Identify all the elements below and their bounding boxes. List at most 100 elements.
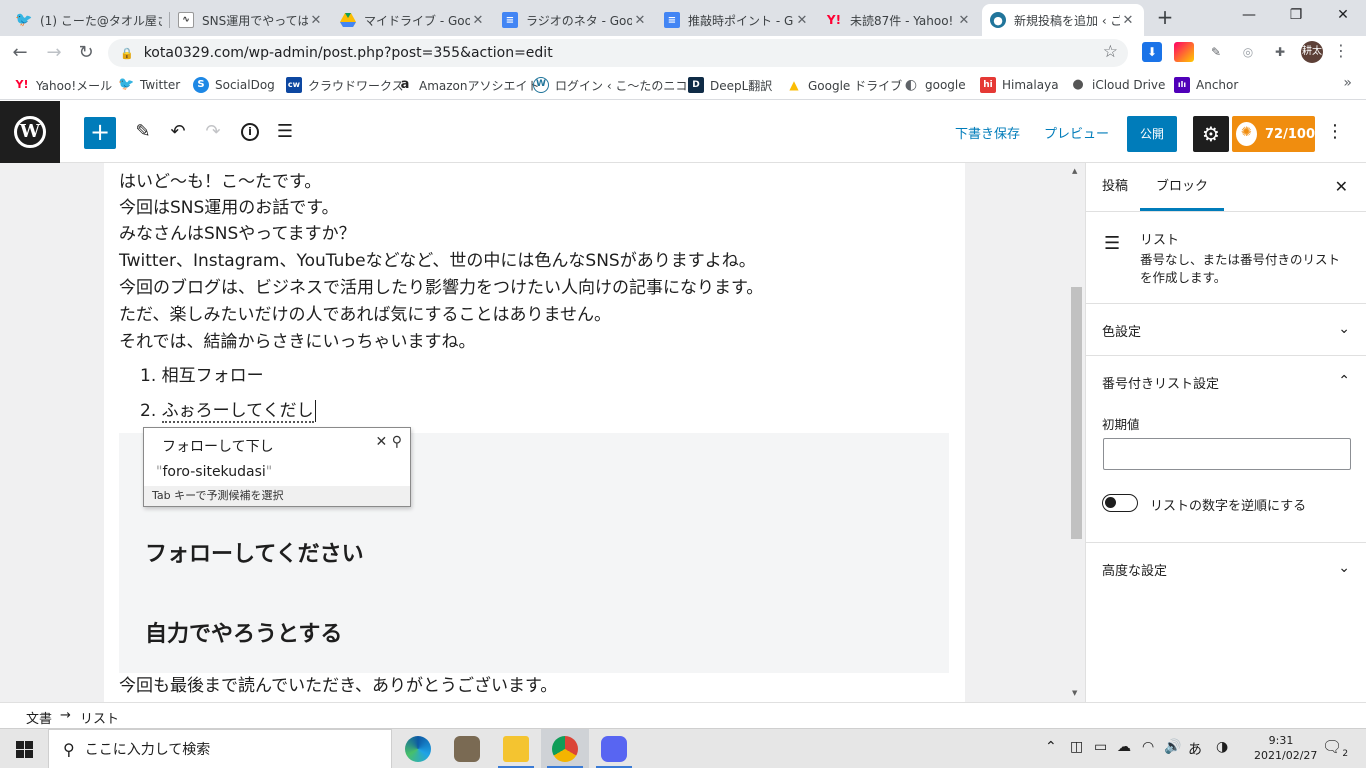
taskbar-search[interactable]: ⚲ ここに入力して検索 bbox=[48, 729, 392, 768]
back-button[interactable]: ← bbox=[8, 41, 32, 65]
info-button[interactable]: i bbox=[238, 120, 262, 144]
color-extension-icon[interactable] bbox=[1174, 42, 1194, 62]
profile-avatar[interactable]: 耕太 bbox=[1301, 41, 1323, 63]
volume-icon[interactable]: 🔊 bbox=[1164, 739, 1181, 755]
bookmark-socialdog[interactable]: S SocialDog bbox=[193, 76, 275, 94]
ime-candidate[interactable]: フォローして下し bbox=[162, 436, 274, 456]
heading-block[interactable]: 自力でやろうとする bbox=[145, 616, 342, 648]
start-value-input[interactable] bbox=[1103, 438, 1351, 470]
address-bar[interactable]: 🔒 kota0329.com/wp-admin/post.php?post=35… bbox=[108, 39, 1128, 67]
paragraph-block[interactable]: それでは、結論からさきにいっちゃいますね。 bbox=[119, 329, 476, 355]
bookmark-yahoo-mail[interactable]: Y! Yahoo!メール bbox=[14, 76, 113, 94]
browser-tab[interactable]: ≡ ラジオのネタ - Goog ✕ bbox=[494, 4, 656, 36]
browser-tab[interactable]: マイドライブ - Google ✕ bbox=[332, 4, 494, 36]
download-extension-icon[interactable]: ⬇ bbox=[1142, 42, 1162, 62]
notification-center-icon[interactable]: 🗨2 bbox=[1322, 737, 1348, 759]
numbered-list-settings-toggle[interactable]: 番号付きリスト設定 bbox=[1102, 373, 1219, 392]
browser-tab[interactable]: 🐦 (1) こーた@タオル屋さ bbox=[8, 4, 170, 36]
meet-now-icon[interactable]: ◫ bbox=[1070, 739, 1083, 755]
search-icon[interactable]: ⚲ bbox=[392, 434, 402, 450]
close-icon[interactable]: ✕ bbox=[1335, 177, 1348, 196]
ime-mode-indicator[interactable]: あ bbox=[1188, 739, 1202, 759]
minimize-button[interactable]: — bbox=[1226, 0, 1272, 32]
close-icon[interactable]: ✕ bbox=[794, 13, 810, 28]
paragraph-block[interactable]: Twitter、Instagram、YouTubeなどなど、世の中には色んなSN… bbox=[119, 248, 756, 274]
wordpress-logo-button[interactable]: W bbox=[0, 101, 60, 163]
camera-extension-icon[interactable]: ◎ bbox=[1238, 42, 1258, 62]
bookmark-wp-login[interactable]: W ログイン ‹ こ〜たのニコ... bbox=[533, 76, 699, 94]
browser-tab-active[interactable]: ● 新規投稿を追加 ‹ ご ✕ bbox=[982, 4, 1144, 36]
reload-button[interactable]: ↻ bbox=[74, 41, 98, 65]
close-icon[interactable]: ✕ bbox=[308, 13, 324, 28]
seo-score-button[interactable]: ✺ 72/100 bbox=[1232, 116, 1315, 152]
forward-button[interactable]: → bbox=[42, 41, 66, 65]
bookmark-himalaya[interactable]: hi Himalaya bbox=[980, 76, 1059, 94]
bookmark-anchor[interactable]: ılı Anchor bbox=[1174, 76, 1238, 94]
scroll-down-icon[interactable]: ▼ bbox=[1072, 689, 1077, 697]
chrome-taskbar-button[interactable] bbox=[541, 729, 589, 768]
reverse-order-toggle[interactable] bbox=[1102, 494, 1138, 512]
chevron-up-icon[interactable]: ⌃ bbox=[1338, 373, 1350, 389]
more-bookmarks-icon[interactable]: » bbox=[1343, 75, 1352, 91]
discord-taskbar-button[interactable] bbox=[590, 729, 638, 768]
windows-start-button[interactable] bbox=[0, 729, 48, 768]
gimp-taskbar-button[interactable] bbox=[443, 729, 491, 768]
paragraph-block[interactable]: はいど〜も！こ〜たです。 bbox=[119, 169, 321, 195]
wifi-icon[interactable]: ◠ bbox=[1142, 739, 1154, 755]
night-light-icon[interactable]: ◑ bbox=[1216, 739, 1228, 755]
window-close-button[interactable]: ✕ bbox=[1320, 0, 1366, 32]
paragraph-block[interactable]: ただ、楽しみたいだけの人であれば気にすることはありません。 bbox=[119, 302, 611, 328]
publish-button[interactable]: 公開 bbox=[1127, 116, 1177, 152]
list-item-editing[interactable]: 2. ふぉろーしてくだし bbox=[140, 398, 316, 424]
chrome-menu-icon[interactable]: ⋮ bbox=[1333, 41, 1349, 60]
undo-icon[interactable]: ↶ bbox=[166, 120, 190, 144]
scroll-up-icon[interactable]: ▲ bbox=[1072, 167, 1077, 175]
settings-gear-button[interactable]: ⚙ bbox=[1193, 116, 1229, 152]
color-settings-toggle[interactable]: 色設定 bbox=[1102, 321, 1141, 340]
list-item[interactable]: 1. 相互フォロー bbox=[140, 363, 264, 389]
explorer-taskbar-button[interactable] bbox=[492, 729, 540, 768]
restore-button[interactable]: ❐ bbox=[1273, 0, 1319, 32]
edge-taskbar-button[interactable] bbox=[394, 729, 442, 768]
paragraph-block[interactable]: みなさんはSNSやってますか？ bbox=[119, 221, 356, 247]
bookmark-amazon[interactable]: a Amazonアソシエイト bbox=[397, 76, 540, 94]
editor-scrollbar[interactable]: ▲ ▼ bbox=[1068, 163, 1085, 702]
breadcrumb-list[interactable]: リスト bbox=[80, 708, 119, 727]
chevron-down-icon[interactable]: ⌄ bbox=[1338, 560, 1350, 576]
browser-tab[interactable]: ≡ 推敲時ポイント - Go ✕ bbox=[656, 4, 818, 36]
onedrive-icon[interactable]: ☁ bbox=[1117, 739, 1131, 755]
heading-block[interactable]: フォローしてください bbox=[145, 536, 364, 568]
save-draft-button[interactable]: 下書き保存 bbox=[955, 123, 1020, 142]
paragraph-block[interactable]: 今回のブログは、ビジネスで活用したり影響力をつけたい人向けの記事になります。 bbox=[119, 275, 763, 301]
redo-icon[interactable]: ↷ bbox=[201, 120, 225, 144]
close-icon[interactable]: ✕ bbox=[376, 434, 388, 450]
paragraph-block[interactable]: 今回はSNS運用のお話です。 bbox=[119, 195, 339, 221]
scrollbar-thumb[interactable] bbox=[1071, 287, 1082, 539]
advanced-settings-toggle[interactable]: 高度な設定 bbox=[1102, 560, 1167, 579]
tab-post[interactable]: 投稿 bbox=[1086, 163, 1144, 211]
close-icon[interactable]: ✕ bbox=[632, 13, 648, 28]
bookmark-google-drive[interactable]: ▲ Google ドライブ bbox=[786, 76, 902, 94]
bookmark-star-icon[interactable]: ☆ bbox=[1103, 42, 1118, 62]
bookmark-deepl[interactable]: D DeepL翻訳 bbox=[688, 76, 772, 94]
bookmark-twitter[interactable]: 🐦 Twitter bbox=[118, 76, 180, 94]
paragraph-block[interactable]: 今回も最後まで読んでいただき、ありがとうございます。 bbox=[119, 673, 557, 699]
close-icon[interactable]: ✕ bbox=[1120, 13, 1136, 28]
close-icon[interactable]: ✕ bbox=[470, 13, 486, 28]
bookmark-google[interactable]: ◐ google bbox=[903, 76, 966, 94]
edit-pencil-icon[interactable]: ✎ bbox=[131, 120, 155, 144]
preview-button[interactable]: プレビュー bbox=[1044, 123, 1109, 142]
browser-tab[interactable]: Y! 未読87件 - Yahoo! ✕ bbox=[818, 4, 980, 36]
options-menu-icon[interactable]: ⋮ bbox=[1326, 121, 1344, 142]
system-clock[interactable]: 9:31 2021/02/27 bbox=[1254, 733, 1317, 763]
new-tab-button[interactable]: + bbox=[1153, 6, 1177, 30]
close-icon[interactable]: ✕ bbox=[956, 13, 972, 28]
add-block-button[interactable]: + bbox=[84, 117, 116, 149]
bookmark-icloud[interactable]: ● iCloud Drive bbox=[1070, 76, 1165, 94]
chevron-up-icon[interactable]: ⌃ bbox=[1045, 739, 1057, 755]
chevron-down-icon[interactable]: ⌄ bbox=[1338, 321, 1350, 337]
browser-tab[interactable]: ∿ SNS運用でやってはい ✕ bbox=[170, 4, 332, 36]
list-view-icon[interactable]: ☰ bbox=[273, 120, 297, 144]
bookmark-crowdworks[interactable]: cw クラウドワークス bbox=[286, 76, 404, 94]
eyedropper-extension-icon[interactable]: ✎ bbox=[1206, 42, 1226, 62]
